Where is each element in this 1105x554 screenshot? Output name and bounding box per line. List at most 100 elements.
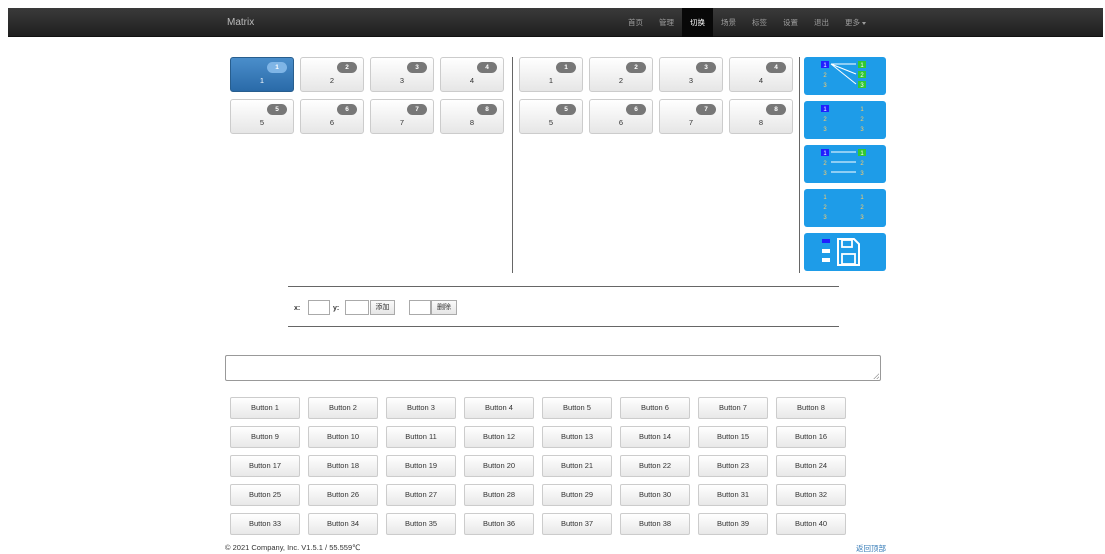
grid-button-35[interactable]: Button 35 [386, 513, 456, 535]
add-button[interactable]: 添加 [370, 300, 395, 315]
mode-one-to-many-button[interactable]: 1 2 3 1 2 3 [804, 57, 886, 95]
grid-button-17[interactable]: Button 17 [230, 455, 300, 477]
input-tile-2[interactable]: 22 [300, 57, 364, 92]
input-tile-4[interactable]: 44 [440, 57, 504, 92]
nav-item-settings[interactable]: 设置 [775, 8, 806, 37]
nav-item-switch[interactable]: 切换 [682, 8, 713, 37]
grid-button-37[interactable]: Button 37 [542, 513, 612, 535]
delete-button[interactable]: 删除 [431, 300, 457, 315]
input-tile-6[interactable]: 66 [300, 99, 364, 134]
grid-button-2[interactable]: Button 2 [308, 397, 378, 419]
grid-button-30[interactable]: Button 30 [620, 484, 690, 506]
svg-text:3: 3 [860, 215, 864, 221]
delete-input[interactable] [409, 300, 431, 315]
grid-button-1[interactable]: Button 1 [230, 397, 300, 419]
grid-button-33[interactable]: Button 33 [230, 513, 300, 535]
grid-button-8[interactable]: Button 8 [776, 397, 846, 419]
grid-button-29[interactable]: Button 29 [542, 484, 612, 506]
grid-button-7[interactable]: Button 7 [698, 397, 768, 419]
grid-button-9[interactable]: Button 9 [230, 426, 300, 448]
grid-button-4[interactable]: Button 4 [464, 397, 534, 419]
output-badge: 6 [626, 104, 646, 115]
command-textarea[interactable] [225, 355, 881, 381]
grid-button-3[interactable]: Button 3 [386, 397, 456, 419]
resize-handle-icon[interactable] [873, 373, 879, 379]
grid-button-31[interactable]: Button 31 [698, 484, 768, 506]
output-tile-8[interactable]: 88 [729, 99, 793, 134]
grid-button-26[interactable]: Button 26 [308, 484, 378, 506]
grid-button-10[interactable]: Button 10 [308, 426, 378, 448]
nav-item-label[interactable]: 标签 [744, 8, 775, 37]
grid-button-25[interactable]: Button 25 [230, 484, 300, 506]
grid-button-28[interactable]: Button 28 [464, 484, 534, 506]
input-badge: 6 [337, 104, 357, 115]
grid-button-12[interactable]: Button 12 [464, 426, 534, 448]
grid-button-16[interactable]: Button 16 [776, 426, 846, 448]
output-tile-6[interactable]: 66 [589, 99, 653, 134]
grid-button-34[interactable]: Button 34 [308, 513, 378, 535]
grid-button-36[interactable]: Button 36 [464, 513, 534, 535]
output-tile-1[interactable]: 11 [519, 57, 583, 92]
grid-button-32[interactable]: Button 32 [776, 484, 846, 506]
output-badge: 1 [556, 62, 576, 73]
grid-button-20[interactable]: Button 20 [464, 455, 534, 477]
input-tile-1[interactable]: 11 [230, 57, 294, 92]
svg-text:2: 2 [823, 161, 827, 167]
y-input[interactable] [345, 300, 369, 315]
grid-button-15[interactable]: Button 15 [698, 426, 768, 448]
grid-button-11[interactable]: Button 11 [386, 426, 456, 448]
output-number: 6 [618, 118, 624, 127]
svg-text:3: 3 [823, 83, 827, 89]
output-tile-2[interactable]: 22 [589, 57, 653, 92]
save-scene-icon [822, 238, 860, 266]
back-to-top-link[interactable]: 返回顶部 [856, 543, 886, 554]
grid-button-27[interactable]: Button 27 [386, 484, 456, 506]
mode-one-to-one-button[interactable]: 1 2 3 1 2 3 [804, 145, 886, 183]
grid-button-6[interactable]: Button 6 [620, 397, 690, 419]
svg-text:3: 3 [860, 127, 864, 133]
grid-button-38[interactable]: Button 38 [620, 513, 690, 535]
input-tile-8[interactable]: 88 [440, 99, 504, 134]
input-number: 6 [329, 118, 335, 127]
grid-button-19[interactable]: Button 19 [386, 455, 456, 477]
divider [288, 286, 839, 287]
output-number: 1 [548, 76, 554, 85]
input-tile-3[interactable]: 33 [370, 57, 434, 92]
disconnected-routing-icon: 1 2 3 1 2 3 [823, 195, 864, 221]
output-badge: 7 [696, 104, 716, 115]
grid-button-24[interactable]: Button 24 [776, 455, 846, 477]
grid-button-18[interactable]: Button 18 [308, 455, 378, 477]
save-scene-button[interactable] [804, 233, 886, 271]
nav-item-manage[interactable]: 管理 [651, 8, 682, 37]
grid-button-40[interactable]: Button 40 [776, 513, 846, 535]
output-number: 7 [688, 118, 694, 127]
input-number: 3 [399, 76, 405, 85]
output-badge: 3 [696, 62, 716, 73]
nav-item-home[interactable]: 首页 [620, 8, 651, 37]
nav-item-logout[interactable]: 退出 [806, 8, 837, 37]
output-tile-3[interactable]: 33 [659, 57, 723, 92]
nav-item-more[interactable]: 更多 [837, 8, 874, 37]
grid-button-5[interactable]: Button 5 [542, 397, 612, 419]
grid-button-23[interactable]: Button 23 [698, 455, 768, 477]
grid-button-21[interactable]: Button 21 [542, 455, 612, 477]
nav-item-scene[interactable]: 场景 [713, 8, 744, 37]
grid-button-13[interactable]: Button 13 [542, 426, 612, 448]
output-tile-4[interactable]: 44 [729, 57, 793, 92]
svg-text:2: 2 [823, 73, 827, 79]
input-tile-5[interactable]: 55 [230, 99, 294, 134]
grid-button-22[interactable]: Button 22 [620, 455, 690, 477]
grid-button-39[interactable]: Button 39 [698, 513, 768, 535]
x-input[interactable] [308, 300, 330, 315]
output-badge: 2 [626, 62, 646, 73]
output-tile-7[interactable]: 77 [659, 99, 723, 134]
output-badge: 8 [766, 104, 786, 115]
input-number: 2 [329, 76, 335, 85]
mode-disconnect-button[interactable]: 1 2 3 1 2 3 [804, 189, 886, 227]
brand-logo[interactable]: Matrix [227, 8, 254, 37]
divider [288, 326, 839, 327]
output-tile-5[interactable]: 55 [519, 99, 583, 134]
input-tile-7[interactable]: 77 [370, 99, 434, 134]
mode-clear-button[interactable]: 1 2 3 1 2 3 [804, 101, 886, 139]
grid-button-14[interactable]: Button 14 [620, 426, 690, 448]
